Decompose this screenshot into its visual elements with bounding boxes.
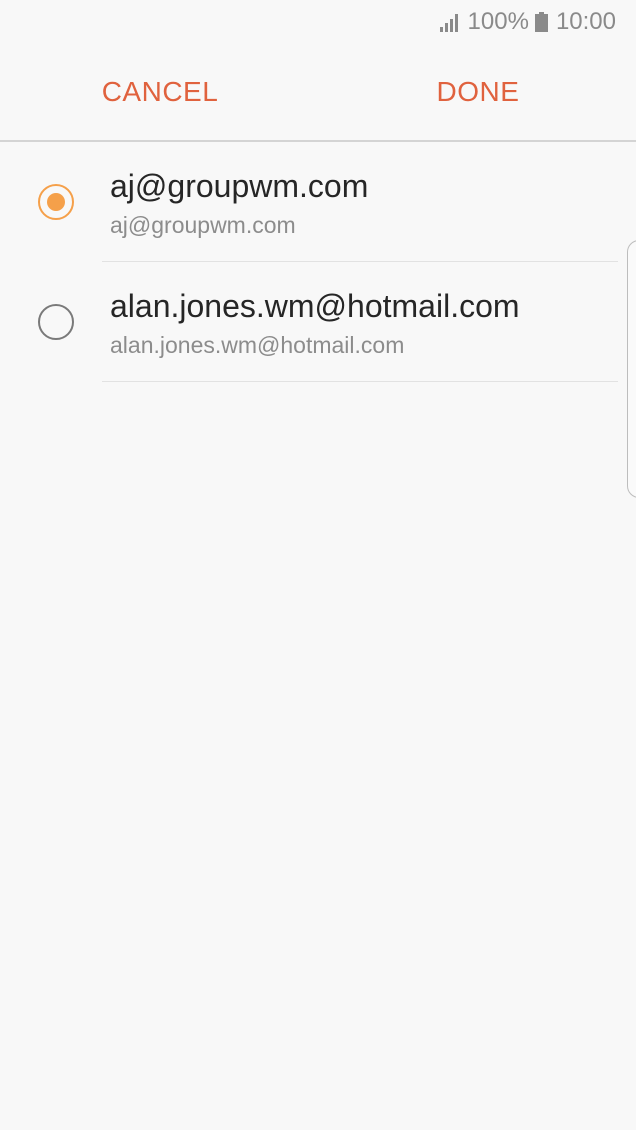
account-email: alan.jones.wm@hotmail.com xyxy=(110,332,405,358)
account-name: aj@groupwm.com xyxy=(110,168,369,204)
battery-icon xyxy=(534,12,548,32)
account-item[interactable]: alan.jones.wm@hotmail.com alan.jones.wm@… xyxy=(0,262,636,382)
account-email: aj@groupwm.com xyxy=(110,212,296,238)
account-item[interactable]: aj@groupwm.com aj@groupwm.com xyxy=(0,142,636,262)
action-bar: CANCEL DONE xyxy=(0,44,636,142)
radio-button[interactable] xyxy=(38,304,74,340)
cancel-button[interactable]: CANCEL xyxy=(60,44,260,140)
account-name: alan.jones.wm@hotmail.com xyxy=(110,288,520,324)
account-list: aj@groupwm.com aj@groupwm.com alan.jones… xyxy=(0,142,636,382)
clock: 10:00 xyxy=(555,8,616,35)
signal-icon xyxy=(439,14,458,32)
status-bar: 100% 10:00 xyxy=(0,0,636,44)
divider xyxy=(102,381,618,382)
battery-percent: 100% xyxy=(467,8,529,35)
radio-button[interactable] xyxy=(38,184,74,220)
edge-panel-handle[interactable] xyxy=(627,240,636,498)
done-button[interactable]: DONE xyxy=(378,44,578,140)
